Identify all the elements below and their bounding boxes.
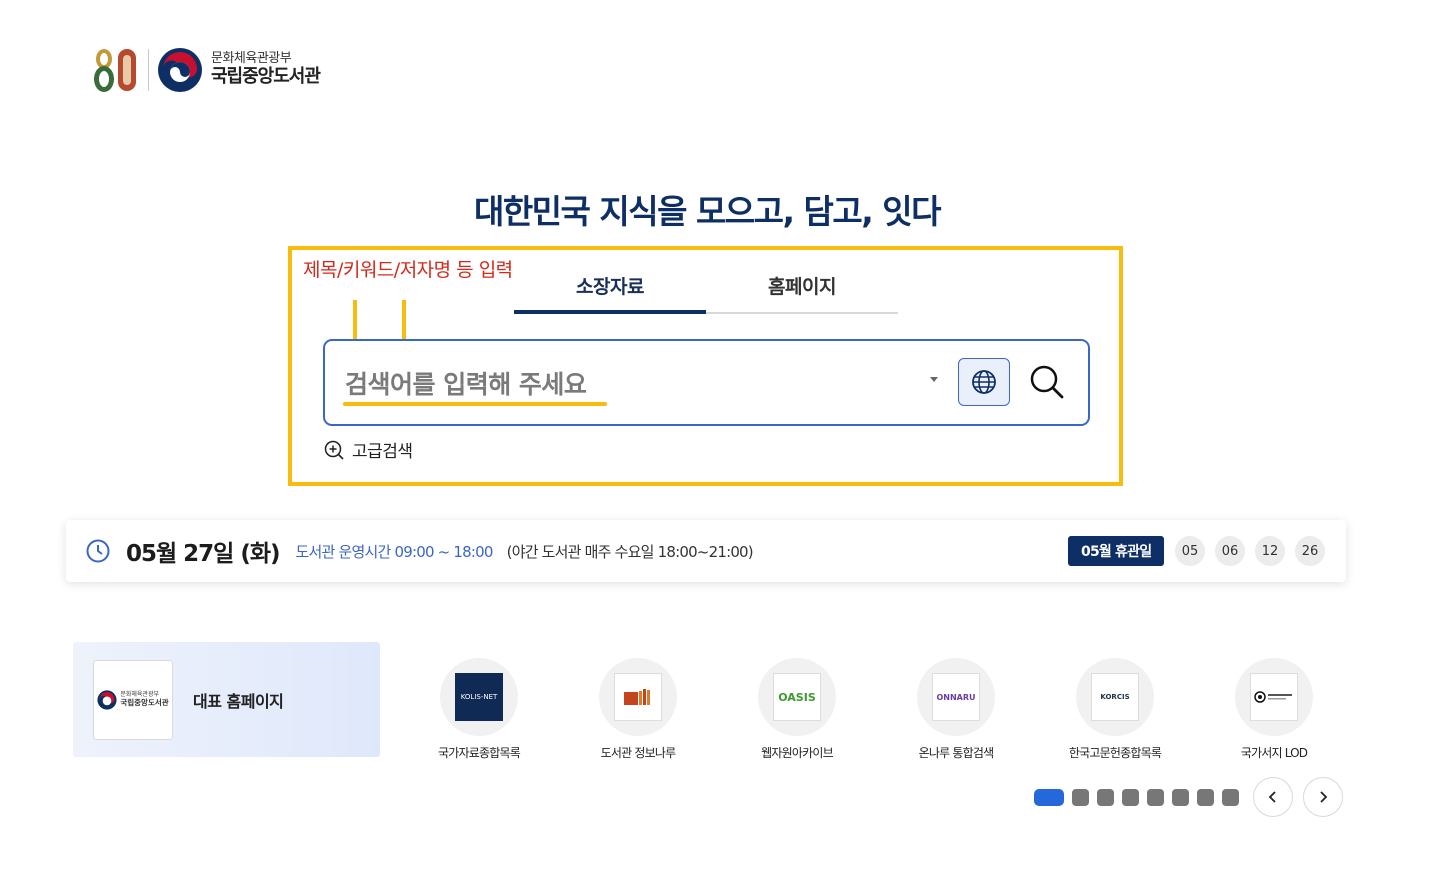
annotation-text: 제목/키워드/저자명 등 입력 [303,259,513,281]
closed-day: 26 [1295,536,1325,566]
opening-hours: 도서관 운영시간 09:00 ~ 18:00 [295,542,494,561]
page-headline: 대한민국 지식을 모으고, 담고, 잇다 [473,192,942,231]
pagination-dot[interactable] [1072,789,1089,806]
quick-link-label: 도서관 정보나루 [600,746,677,760]
closed-day: 06 [1215,536,1245,566]
onnaru-logo-text: ONNARU [936,692,976,702]
search-button[interactable] [1025,360,1069,404]
main-homepage-logo-card: 문화체육관광부 국립중앙도서관 [93,659,173,740]
taegeuk-emblem-icon [158,48,202,92]
mini-library-name: 국립중앙도서관 [120,697,169,707]
kolis-net-logo-text: KOLIS-NET [460,693,498,701]
quick-link-circle: OASIS [758,658,836,736]
pagination-dot[interactable] [1172,789,1189,806]
search-input[interactable]: 검색어를 입력해 주세요 [323,339,1090,426]
anniversary-80-icon [94,49,136,92]
quick-link-label: 국가자료종합목록 [438,746,521,760]
quick-link-label: 한국고문헌종합목록 [1068,746,1162,760]
tab-homepage[interactable]: 홈페이지 [706,262,898,312]
taegeuk-emblem-icon [97,689,117,710]
carousel-pagination [1034,789,1247,806]
anniversary-80-logo [92,47,140,93]
carousel-next-button[interactable] [1303,777,1343,817]
carousel-prev-button[interactable] [1253,777,1293,817]
pagination-dot[interactable] [1197,789,1214,806]
oasis-logo-icon: OASIS [773,673,821,721]
quick-link-label: 온나루 통합검색 [918,746,995,760]
quick-link-korcis[interactable]: KORCIS 한국고문헌종합목록 [1035,658,1195,761]
pagination-dot[interactable] [1147,789,1164,806]
library-name: 국립중앙도서관 [211,66,321,88]
site-logo[interactable]: 문화체육관광부 국립중앙도서관 [92,46,321,94]
quick-link-label: 웹자원아카이브 [761,746,833,760]
books-logo-icon [614,673,662,721]
chevron-right-icon [1320,791,1328,803]
korcis-logo-icon: KORCIS [1091,673,1139,721]
onnaru-logo-icon: ONNARU [932,673,980,721]
library-info-bar: 05월 27일 (화) 도서관 운영시간 09:00 ~ 18:00 (야간 도… [66,520,1346,582]
books-icon [624,689,650,705]
clock-icon [86,539,110,563]
advanced-search-label: 고급검색 [352,442,413,462]
pagination-dot[interactable] [1034,789,1064,806]
quick-link-oasis[interactable]: OASIS 웹자원아카이브 [717,658,877,761]
search-icon [1030,365,1064,399]
search-placeholder: 검색어를 입력해 주세요 [345,370,587,399]
logo-divider [148,49,149,91]
quick-link-circle: ONNARU [917,658,995,736]
closed-day: 05 [1175,536,1205,566]
quick-link-onnaru[interactable]: ONNARU 온나루 통합검색 [876,658,1036,761]
quick-link-data-naru[interactable]: 도서관 정보나루 [558,658,718,761]
chevron-left-icon [1268,791,1276,803]
quick-link-circle [599,658,677,736]
night-hours: (야간 도서관 매주 수요일 18:00~21:00) [506,542,754,561]
search-tabs: 소장자료 홈페이지 [514,262,898,314]
pagination-dot[interactable] [1222,789,1239,806]
zoom-in-icon [324,440,344,460]
language-globe-button[interactable] [958,358,1010,406]
pagination-dot[interactable] [1122,789,1139,806]
quick-link-circle: KOLIS-NET [440,658,518,736]
quick-link-label: 국가서지 LOD [1240,746,1308,760]
lod-icon [1254,691,1292,703]
quick-link-kolis-net[interactable]: KOLIS-NET 국가자료종합목록 [399,658,559,761]
closed-days-badge[interactable]: 05월 휴관일 [1068,536,1165,566]
ministry-name: 문화체육관광부 [211,51,292,67]
oasis-logo-text: OASIS [778,690,816,704]
tab-collection[interactable]: 소장자료 [514,262,706,314]
search-options-caret-icon[interactable] [930,377,938,382]
closed-day: 12 [1255,536,1285,566]
korcis-logo-text: KORCIS [1100,693,1130,701]
main-homepage-label: 대표 홈페이지 [193,691,284,711]
quick-link-circle: KORCIS [1076,658,1154,736]
kolis-net-logo-icon: KOLIS-NET [455,673,503,721]
main-homepage-link[interactable]: 문화체육관광부 국립중앙도서관 대표 홈페이지 [73,642,380,757]
today-date: 05월 27일 (화) [126,541,281,567]
quick-link-lod[interactable]: 국가서지 LOD [1194,658,1354,761]
annotation-underline [343,402,607,406]
advanced-search-link[interactable]: 고급검색 [324,437,413,462]
lod-logo-icon [1250,673,1298,721]
pagination-dot[interactable] [1097,789,1114,806]
globe-icon [972,370,996,394]
quick-link-circle [1235,658,1313,736]
